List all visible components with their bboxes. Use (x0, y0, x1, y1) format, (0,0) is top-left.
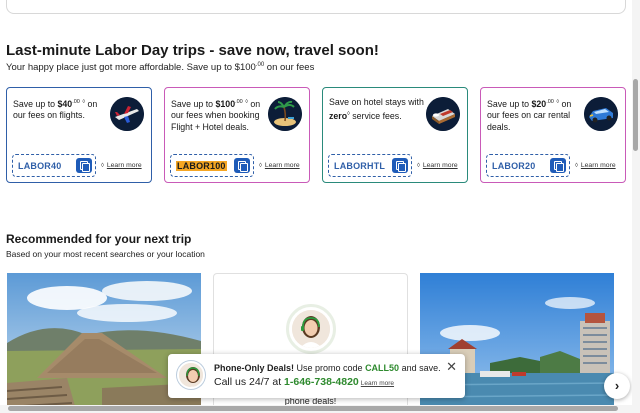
close-icon[interactable]: ✕ (446, 360, 457, 373)
promo-code: LABOR40 (18, 161, 62, 171)
copy-code-button[interactable] (392, 158, 408, 173)
promo-cards: Save up to $40.00 ◊ on our fees on fligh… (6, 87, 626, 183)
agent-avatar (286, 304, 336, 354)
copy-code-button[interactable] (76, 158, 92, 173)
copy-code-button[interactable] (550, 158, 566, 173)
promo-card-hotel[interactable]: Save on hotel stays with zero◊ service f… (322, 87, 468, 183)
phone-number-link[interactable]: 1-646-738-4820 (284, 376, 359, 388)
promo-code: LABORHTL (334, 161, 386, 171)
learn-more-link[interactable]: ◊ Learn more (575, 162, 616, 169)
promo-code-box[interactable]: LABORHTL (328, 154, 412, 177)
promo-subtitle: Your happy place just got more affordabl… (6, 62, 315, 74)
card-description: Save up to $20.00 ◊ on our fees on car r… (487, 98, 572, 132)
card-description: Save on hotel stays with zero◊ service f… (329, 97, 424, 121)
info-mark: ◊ (417, 163, 420, 169)
promo-code: LABOR100 (176, 161, 227, 171)
promo-code: LABOR20 (492, 161, 536, 171)
promo-card-flight-hotel[interactable]: Save up to $100.00 ◊ on our fees when bo… (164, 87, 310, 183)
promo-code-box[interactable]: LABOR100 (170, 154, 254, 177)
top-container-box (6, 0, 626, 14)
phone-deals-toast: Phone-Only Deals! Use promo code CALL50 … (168, 354, 465, 398)
recommended-title: Recommended for your next trip (6, 232, 192, 246)
airplane-icon (110, 97, 144, 131)
toast-message: Phone-Only Deals! Use promo code CALL50 … (214, 363, 441, 373)
info-mark: ◊ (259, 163, 262, 169)
learn-more-link[interactable]: ◊ Learn more (259, 162, 300, 169)
learn-more-link[interactable]: ◊ Learn more (101, 162, 142, 169)
learn-more-link[interactable]: ◊ Learn more (417, 162, 458, 169)
island-icon (268, 97, 302, 131)
vertical-scrollbar[interactable] (632, 0, 640, 413)
promo-code-box[interactable]: LABOR20 (486, 154, 570, 177)
recommended-subtitle: Based on your most recent searches or yo… (6, 249, 205, 259)
promo-card-flights[interactable]: Save up to $40.00 ◊ on our fees on fligh… (6, 87, 152, 183)
carousel-next-button[interactable]: › (604, 373, 630, 399)
card-description: Save up to $100.00 ◊ on our fees when bo… (171, 98, 261, 132)
info-mark: ◊ (575, 163, 578, 169)
promo-title: Last-minute Labor Day trips - save now, … (6, 42, 379, 59)
toast-learn-more-link[interactable]: Learn more (361, 380, 394, 387)
toast-promo-code: CALL50 (365, 363, 400, 373)
hotel-bed-icon (426, 97, 460, 131)
agent-avatar (177, 361, 205, 389)
card-description: Save up to $40.00 ◊ on our fees on fligh… (13, 98, 98, 121)
copy-code-button[interactable] (234, 158, 250, 173)
promo-code-box[interactable]: LABOR40 (12, 154, 96, 177)
vertical-scrollbar-thumb[interactable] (633, 79, 638, 151)
car-icon (584, 97, 618, 131)
horizontal-scrollbar-thumb[interactable] (8, 406, 618, 411)
info-mark: ◊ (101, 163, 104, 169)
toast-phone-line: Call us 24/7 at 1-646-738-4820 Learn more (214, 376, 395, 388)
promo-card-car-rental[interactable]: Save up to $20.00 ◊ on our fees on car r… (480, 87, 626, 183)
